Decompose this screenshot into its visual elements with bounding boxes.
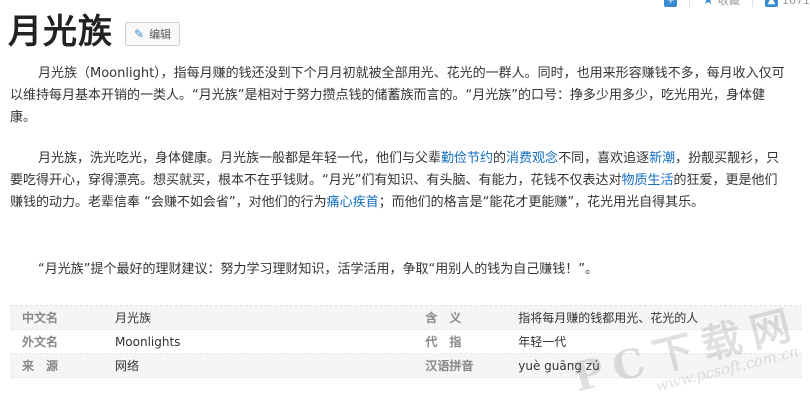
pencil-icon: ✎: [134, 27, 145, 41]
link-wuzhi-shenghuo[interactable]: 物质生活: [621, 173, 673, 188]
thumb-up-icon: ▲: [765, 0, 778, 7]
like-button[interactable]: ▲ 1671: [765, 0, 810, 7]
title-row: 月光族 ✎ 编辑: [8, 10, 181, 54]
like-count: 1671: [782, 0, 810, 7]
divider: [752, 0, 753, 7]
link-xiaofei-guannian[interactable]: 消费观念: [506, 151, 558, 166]
info-value: Moonlights: [114, 334, 181, 349]
info-value: 网络: [114, 359, 139, 373]
edit-button[interactable]: ✎ 编辑: [125, 22, 181, 46]
edit-label: 编辑: [149, 28, 172, 41]
info-key: 含 义: [425, 311, 462, 325]
info-key: 中文名: [22, 311, 59, 325]
link-qinjian-jieyue[interactable]: 勤俭节约: [441, 151, 493, 166]
watermark: PC下载网 www.pcsoft.com.cn: [569, 300, 805, 402]
paragraph-1: 月光族（Moonlight），指每月赚的钱还没到下个月月初就被全部用光、花光的一…: [10, 66, 785, 125]
favorite-button[interactable]: ★ 收藏: [702, 0, 740, 8]
info-key: 外文名: [22, 335, 59, 349]
text-segment: 月光族，洗光吃光，身体健康。月光族一般都是年轻一代，他们与父辈: [38, 151, 442, 166]
info-key: 来 源: [22, 359, 59, 373]
divider: [689, 0, 691, 7]
top-action-bar: + ★ 收藏 ▲ 1671: [664, 0, 810, 9]
text-segment: ；而他们的格言是“能花才更能赚”，花光用光自得其乐。: [378, 195, 705, 210]
info-value: 月光族: [114, 311, 151, 325]
link-xinchao[interactable]: 新潮: [649, 151, 675, 166]
text-segment: 的: [493, 151, 507, 166]
link-tongxin-jishou[interactable]: 痛心疾首: [327, 195, 379, 210]
info-key: 代 指: [425, 335, 462, 349]
share-icon: +: [664, 0, 678, 7]
text-segment: 不同，喜欢追逐: [558, 151, 650, 166]
favorite-label: 收藏: [718, 0, 740, 7]
share-button[interactable]: +: [664, 0, 678, 7]
paragraph-2: 月光族，洗光吃光，身体健康。月光族一般都是年轻一代，他们与父辈勤俭节约的消费观念…: [10, 148, 790, 214]
paragraph-3: “月光族”提个最好的理财建议：努力学习理财知识，活学活用，争取“用别人的钱为自己…: [38, 262, 598, 277]
star-icon: ★: [702, 0, 714, 8]
info-key: 汉语拼音: [425, 359, 474, 373]
page-title: 月光族: [8, 12, 113, 52]
